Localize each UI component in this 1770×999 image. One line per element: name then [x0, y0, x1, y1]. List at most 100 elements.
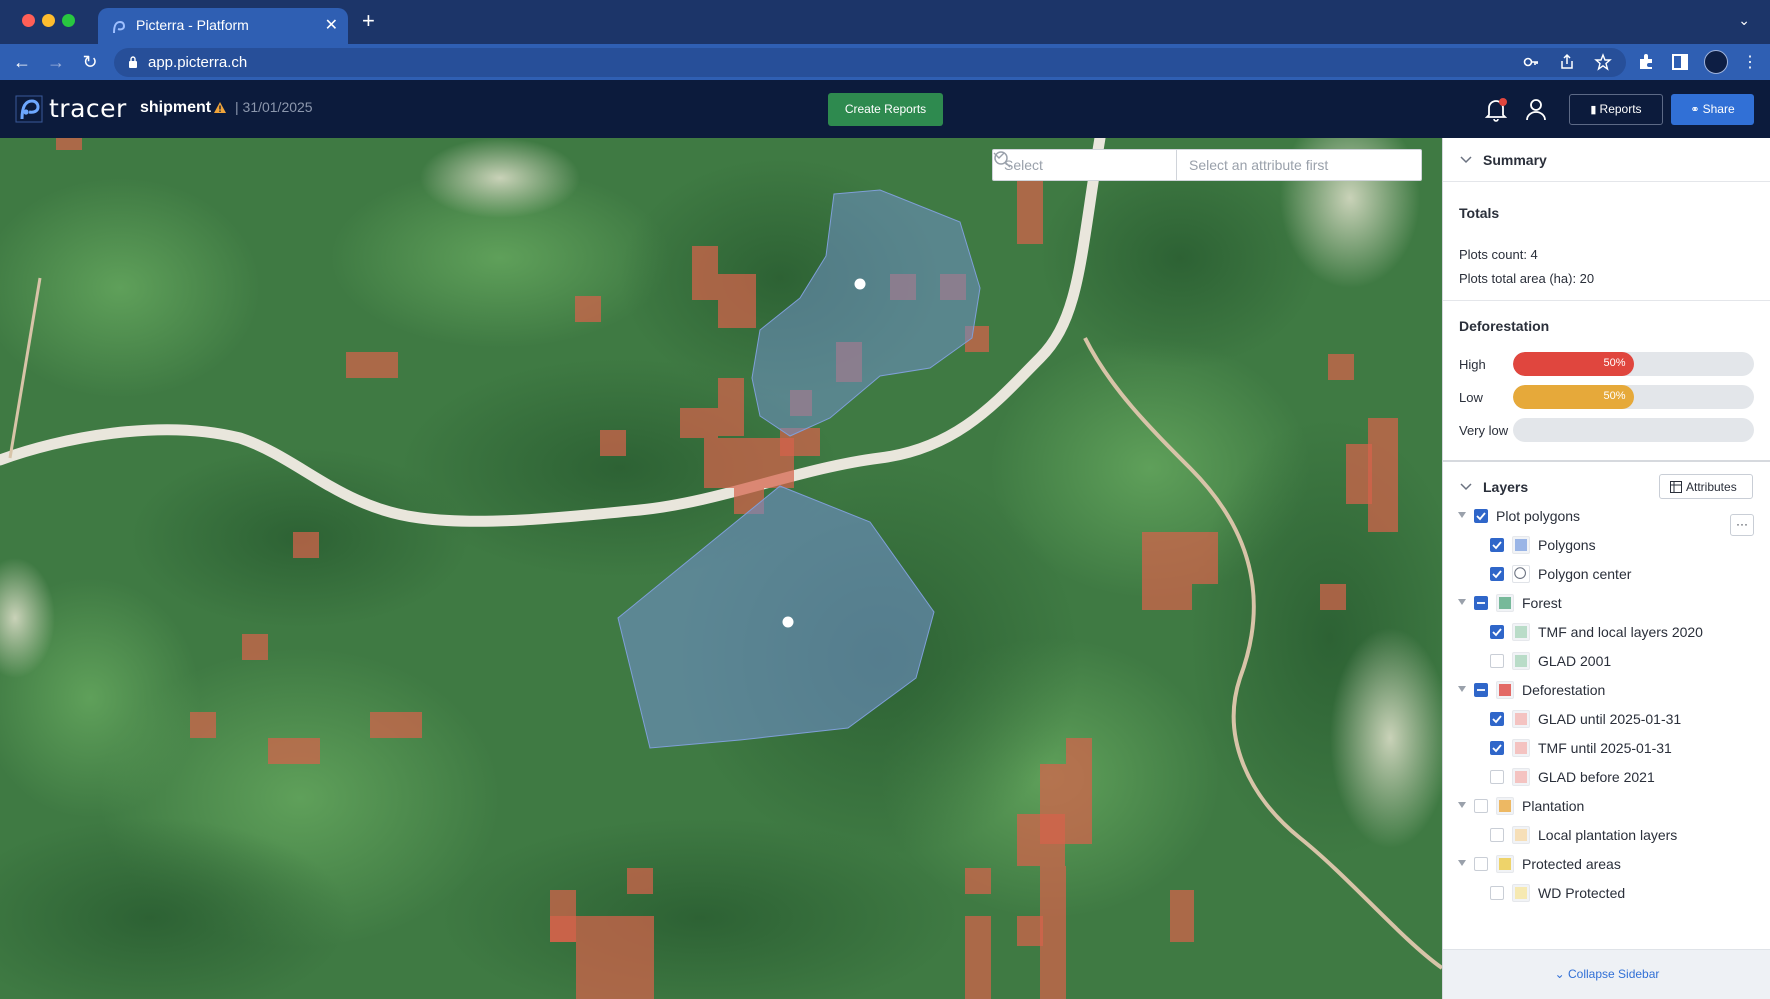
layer-checkbox[interactable]: [1490, 625, 1504, 639]
plot-polygon-north[interactable]: [751, 189, 981, 437]
user-account-icon[interactable]: [1524, 96, 1548, 122]
layer-checkbox[interactable]: [1490, 654, 1504, 668]
layer-checkbox[interactable]: [1474, 857, 1488, 871]
layer-row[interactable]: Deforestation: [1457, 678, 1757, 702]
expand-caret-icon[interactable]: [1457, 801, 1467, 809]
layer-name: Plot polygons: [1496, 508, 1581, 524]
attribute-value-input[interactable]: Select an attribute first: [1189, 157, 1328, 173]
minimize-window-button[interactable]: [42, 14, 55, 27]
layer-row[interactable]: GLAD before 2021: [1457, 765, 1757, 789]
totals-title: Totals: [1459, 205, 1500, 221]
layer-checkbox[interactable]: [1490, 567, 1504, 581]
swatch-color: [1499, 684, 1511, 696]
layer-name: Deforestation: [1522, 682, 1606, 698]
reload-button[interactable]: ↻: [78, 50, 102, 74]
collapse-sidebar-label: Collapse Sidebar: [1568, 967, 1660, 981]
key-icon[interactable]: [1522, 53, 1540, 71]
tracer-logo[interactable]: tracer: [15, 93, 127, 125]
search-icon[interactable]: [993, 150, 1011, 168]
layer-checkbox[interactable]: [1490, 886, 1504, 900]
layer-name: WD Protected: [1538, 885, 1626, 901]
map-canvas[interactable]: Select Select an attribute first: [0, 138, 1442, 999]
expand-caret-icon[interactable]: [1457, 511, 1467, 519]
attributes-button[interactable]: Attributes: [1659, 474, 1753, 499]
layer-name: Protected areas: [1522, 856, 1621, 872]
swatch-color: [1499, 597, 1511, 609]
forward-button[interactable]: →: [44, 50, 68, 74]
plots-count: Plots count: 4: [1459, 247, 1538, 262]
layer-checkbox[interactable]: [1490, 538, 1504, 552]
layer-checkbox[interactable]: [1474, 683, 1488, 697]
maximize-window-button[interactable]: [62, 14, 75, 27]
indeterminate-icon: [1477, 602, 1485, 604]
layer-checkbox[interactable]: [1490, 770, 1504, 784]
layer-row[interactable]: GLAD until 2025-01-31: [1457, 707, 1757, 731]
layer-row[interactable]: TMF and local layers 2020: [1457, 620, 1757, 644]
attribute-select[interactable]: Select: [993, 150, 1177, 180]
expand-caret-icon[interactable]: [1457, 685, 1467, 693]
layer-name: GLAD before 2021: [1538, 769, 1655, 785]
map-attribute-filter: Select Select an attribute first: [992, 149, 1422, 181]
layer-color-swatch: [1496, 797, 1514, 815]
summary-section-header[interactable]: Summary: [1443, 138, 1770, 182]
layer-row[interactable]: GLAD 2001: [1457, 649, 1757, 673]
layer-row[interactable]: Local plantation layers: [1457, 823, 1757, 847]
circle-icon: [1514, 567, 1526, 579]
polygon-center-north[interactable]: [854, 278, 866, 290]
layer-row[interactable]: Plantation: [1457, 794, 1757, 818]
share-button[interactable]: ⚭ Share: [1671, 94, 1754, 125]
address-bar[interactable]: app.picterra.ch: [114, 48, 1626, 77]
layer-checkbox[interactable]: [1474, 509, 1488, 523]
collapse-sidebar-button[interactable]: ⌄ Collapse Sidebar: [1443, 949, 1770, 999]
back-button[interactable]: ←: [10, 50, 34, 74]
layer-checkbox[interactable]: [1490, 741, 1504, 755]
side-panel-icon[interactable]: [1670, 52, 1690, 72]
layer-row[interactable]: WD Protected: [1457, 881, 1757, 905]
lock-icon: [129, 56, 137, 68]
warning-icon[interactable]: [213, 101, 227, 114]
notifications-bell-icon[interactable]: [1484, 96, 1508, 122]
expand-caret-icon[interactable]: [1457, 598, 1467, 606]
bar-label-low: Low: [1459, 390, 1483, 405]
layer-checkbox[interactable]: [1474, 799, 1488, 813]
layer-color-swatch: [1512, 710, 1530, 728]
create-reports-button[interactable]: Create Reports: [828, 93, 943, 126]
browser-menu-icon[interactable]: ⋮: [1742, 52, 1758, 72]
layer-color-swatch: [1512, 884, 1530, 902]
reports-doc-icon: ▮: [1590, 104, 1600, 116]
share-page-icon[interactable]: [1558, 53, 1576, 71]
expand-caret-icon[interactable]: [1457, 859, 1467, 867]
deforestation-bar-high: 50%: [1513, 352, 1754, 376]
tab-search-chevron-icon[interactable]: ⌄: [1738, 12, 1750, 29]
plots-total-area: Plots total area (ha): 20: [1459, 271, 1595, 286]
layer-row[interactable]: Polygons: [1457, 533, 1757, 557]
extensions-puzzle-icon[interactable]: [1636, 52, 1656, 72]
layer-checkbox[interactable]: [1490, 712, 1504, 726]
layer-row[interactable]: Protected areas: [1457, 852, 1757, 876]
double-chevron-down-icon: ⌄: [1554, 967, 1568, 981]
layer-checkbox[interactable]: [1490, 828, 1504, 842]
bar-label-high: High: [1459, 357, 1486, 372]
layer-row[interactable]: Polygon center: [1457, 562, 1757, 586]
reports-button[interactable]: ▮ Reports: [1569, 94, 1663, 125]
layer-row[interactable]: Plot polygons: [1457, 504, 1757, 528]
close-window-button[interactable]: [22, 14, 35, 27]
layer-color-swatch: [1496, 681, 1514, 699]
layer-name: GLAD until 2025-01-31: [1538, 711, 1682, 727]
layer-row[interactable]: Forest: [1457, 591, 1757, 615]
swatch-color: [1515, 539, 1527, 551]
layer-row[interactable]: TMF until 2025-01-31: [1457, 736, 1757, 760]
table-icon: [1670, 481, 1682, 493]
close-tab-icon[interactable]: ✕: [325, 15, 338, 35]
summary-title: Summary: [1483, 152, 1547, 168]
layer-name: Plantation: [1522, 798, 1585, 814]
layer-color-swatch: [1512, 826, 1530, 844]
profile-avatar[interactable]: [1704, 50, 1728, 74]
polygon-center-south[interactable]: [782, 616, 794, 628]
tab-title: Picterra - Platform: [136, 17, 249, 33]
layer-checkbox[interactable]: [1474, 596, 1488, 610]
bookmark-star-icon[interactable]: [1594, 53, 1612, 71]
plot-polygon-south[interactable]: [617, 485, 935, 749]
browser-tab[interactable]: Picterra - Platform ✕: [98, 8, 348, 44]
new-tab-button[interactable]: +: [362, 10, 375, 32]
